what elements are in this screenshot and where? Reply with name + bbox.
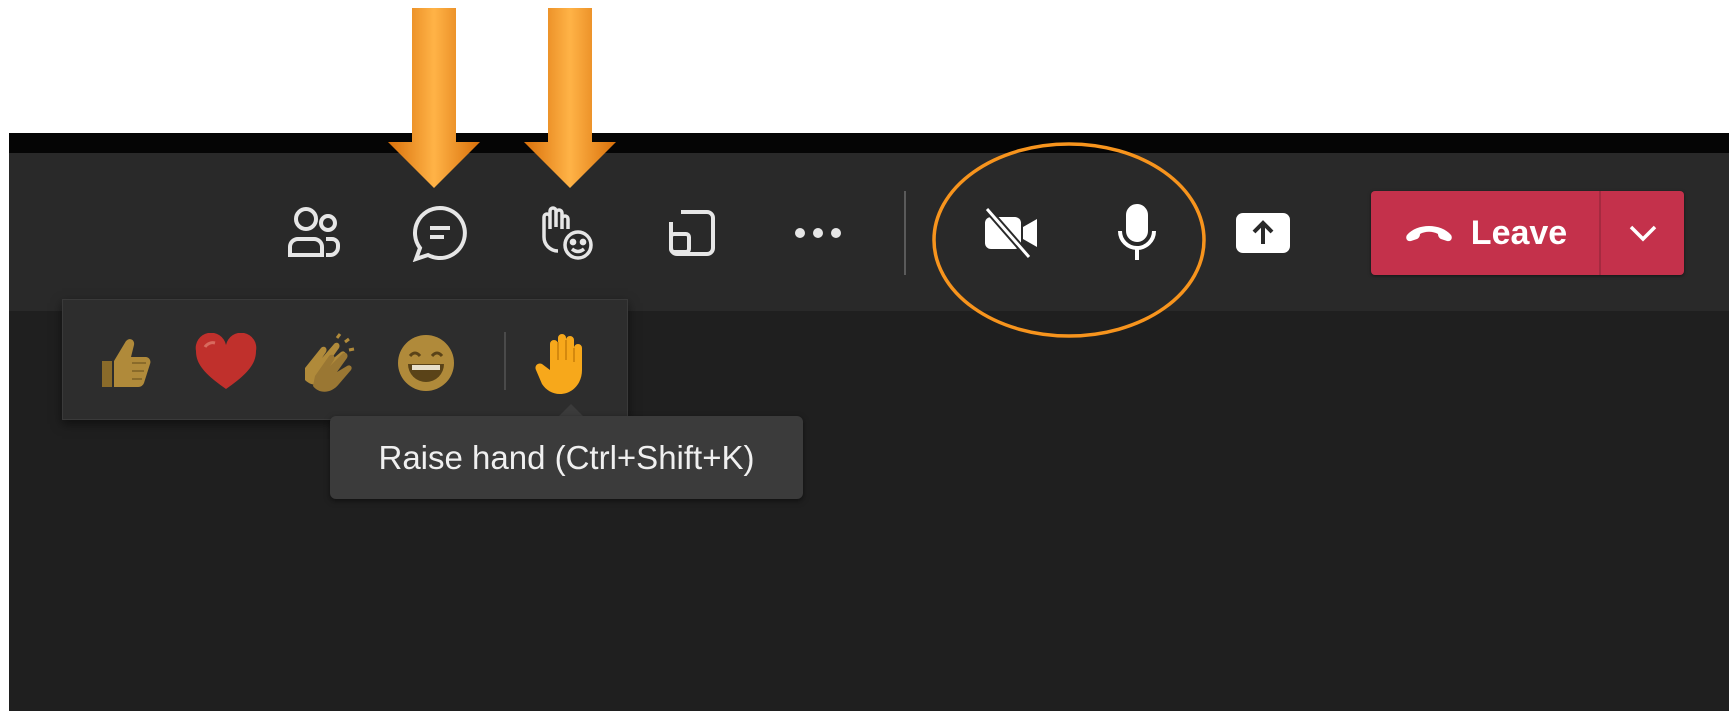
heart-icon: [195, 333, 257, 389]
tooltip-text: Raise hand (Ctrl+Shift+K): [378, 438, 755, 476]
toolbar-separator: [904, 191, 906, 275]
share-icon: [1236, 213, 1290, 253]
thumbs-up-icon: [102, 339, 151, 388]
raised-hand-icon: [535, 334, 582, 394]
chevron-down-icon: [1629, 225, 1656, 242]
rooms-button[interactable]: [660, 201, 724, 265]
screenshot-stage: Leave Raise hand (Ctrl+Shift+K): [0, 0, 1729, 711]
chat-icon: [412, 205, 467, 262]
raise-hand-tooltip: Raise hand (Ctrl+Shift+K): [330, 416, 803, 499]
more-options-icon: [795, 228, 841, 238]
reaction-separator: [504, 332, 506, 390]
more-options-button[interactable]: [786, 201, 850, 265]
like-reaction[interactable]: [91, 328, 161, 398]
rooms-icon: [669, 210, 715, 256]
reactions-flyout: [62, 299, 628, 420]
leave-button[interactable]: Leave: [1371, 191, 1599, 275]
annotation-highlight-circle: [932, 142, 1206, 338]
window-top-border: [9, 133, 1729, 153]
annotation-arrow-chat: [388, 8, 480, 188]
raise-hand-react-icon: [542, 206, 593, 260]
participants-button[interactable]: [282, 201, 346, 265]
applause-reaction[interactable]: [291, 328, 361, 398]
share-button[interactable]: [1231, 201, 1295, 265]
leave-label: Leave: [1470, 213, 1568, 252]
love-reaction[interactable]: [191, 328, 261, 398]
reactions-button[interactable]: [534, 201, 598, 265]
leave-button-group: Leave: [1371, 191, 1684, 275]
chat-button[interactable]: [408, 201, 472, 265]
people-icon: [288, 207, 340, 257]
leave-options-dropdown[interactable]: [1601, 191, 1684, 275]
laughing-face-icon: [398, 335, 454, 391]
phone-hangup-icon: [1406, 226, 1452, 242]
annotation-arrow-reactions: [524, 8, 616, 188]
raise-hand-reaction[interactable]: [528, 328, 598, 398]
laugh-reaction[interactable]: [391, 328, 461, 398]
clapping-hands-icon: [305, 333, 355, 392]
